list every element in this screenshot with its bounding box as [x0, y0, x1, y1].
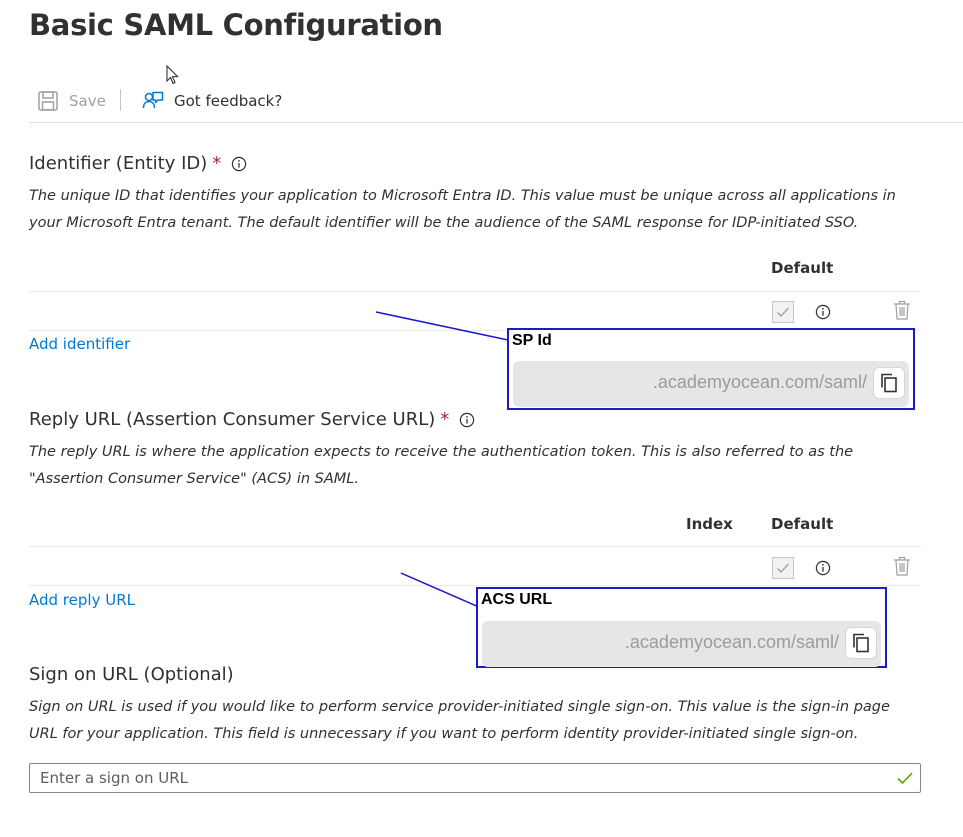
acs-url-arrow	[400, 572, 494, 618]
page-title: Basic SAML Configuration	[29, 8, 443, 42]
sp-id-callout: SP Id .academyocean.com/saml/	[507, 328, 915, 410]
feedback-icon	[142, 91, 164, 109]
save-button[interactable]: Save	[37, 86, 106, 116]
reply-url-section-title: Reply URL (Assertion Consumer Service UR…	[29, 409, 475, 430]
sp-id-field: .academyocean.com/saml/	[513, 361, 909, 407]
identifier-row-top-border	[29, 291, 921, 292]
checkbox-icon	[777, 563, 789, 573]
reply-url-description: The reply URL is where the application e…	[29, 444, 854, 487]
identifier-title-text: Identifier (Entity ID)	[29, 153, 208, 174]
info-icon[interactable]	[815, 560, 831, 576]
reply-url-default-checkbox[interactable]	[772, 557, 794, 579]
acs-url-label: ACS URL	[481, 591, 553, 608]
info-icon[interactable]	[815, 304, 831, 320]
reply-url-col-default: Default	[771, 515, 834, 533]
reply-url-row-bottom-border	[29, 585, 921, 586]
copy-button[interactable]	[873, 367, 905, 399]
identifier-section-title: Identifier (Entity ID) *	[29, 153, 247, 174]
copy-icon	[881, 373, 897, 393]
delete-icon[interactable]	[893, 556, 911, 576]
sp-id-arrow	[375, 311, 523, 349]
feedback-button[interactable]: Got feedback?	[142, 86, 282, 116]
feedback-label: Got feedback?	[174, 92, 283, 110]
sign-on-title-text: Sign on URL (Optional)	[29, 664, 234, 685]
identifier-description: The unique ID that identifies your appli…	[29, 188, 896, 231]
delete-icon[interactable]	[893, 300, 911, 320]
sp-id-label: SP Id	[512, 332, 552, 349]
add-identifier-link[interactable]: Add identifier	[29, 335, 130, 353]
copy-icon	[853, 633, 869, 653]
sign-on-section-title: Sign on URL (Optional)	[29, 664, 234, 685]
cursor-icon	[166, 65, 179, 85]
acs-url-field: .academyocean.com/saml/	[482, 621, 881, 667]
save-icon	[38, 91, 58, 111]
checkbox-icon	[777, 307, 789, 317]
required-marker: *	[212, 153, 222, 174]
sp-id-value: .academyocean.com/saml/	[652, 372, 867, 392]
sign-on-url-input[interactable]: Enter a sign on URL	[29, 763, 921, 793]
required-marker: *	[440, 409, 450, 430]
sign-on-description: Sign on URL is used if you would like to…	[29, 699, 890, 742]
info-icon[interactable]	[231, 156, 247, 172]
reply-url-col-index: Index	[686, 515, 733, 533]
reply-url-row-top-border	[29, 546, 921, 547]
left-gutter	[0, 0, 8, 837]
acs-url-value: .academyocean.com/saml/	[624, 632, 839, 652]
info-icon[interactable]	[459, 412, 475, 428]
add-reply-url-link[interactable]: Add reply URL	[29, 591, 135, 609]
identifier-default-checkbox[interactable]	[772, 301, 794, 323]
save-label: Save	[69, 92, 106, 110]
sign-on-url-placeholder: Enter a sign on URL	[40, 769, 188, 787]
command-bar: Save Got feedback?	[29, 86, 963, 123]
checkmark-icon	[896, 770, 914, 786]
acs-url-callout: ACS URL .academyocean.com/saml/	[476, 587, 887, 668]
identifier-col-default: Default	[771, 259, 834, 277]
toolbar-separator	[120, 89, 121, 111]
copy-button[interactable]	[845, 627, 877, 659]
reply-url-title-text: Reply URL (Assertion Consumer Service UR…	[29, 409, 436, 430]
